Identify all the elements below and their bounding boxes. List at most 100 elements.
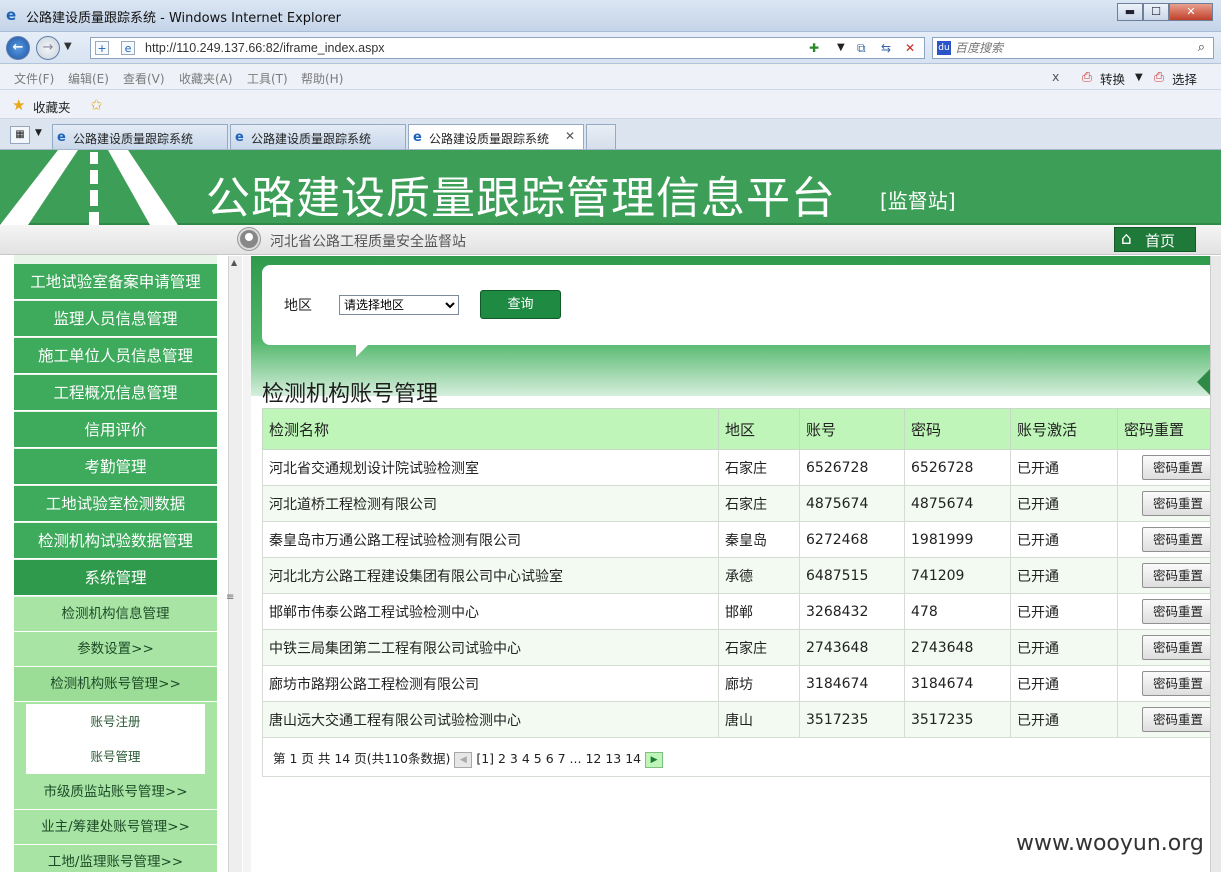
region-label: 地区 — [284, 298, 312, 314]
pager-summary: 第 1 页 共 14 页(共110条数据) — [273, 751, 451, 766]
reset-password-button[interactable]: 密码重置 — [1142, 671, 1214, 696]
cell-account: 6487515 — [799, 557, 905, 594]
sidebar-sub-site-accounts[interactable]: 工地/监理账号管理>> — [14, 845, 217, 872]
compatibility-view-icon[interactable]: ⧉ — [857, 41, 866, 55]
compat-icon[interactable]: ✚ — [809, 41, 819, 55]
sidebar-item-attendance[interactable]: 考勤管理 — [14, 449, 217, 485]
browser-tab-3[interactable]: e 公路建设质量跟踪系统 ✕ — [408, 124, 584, 149]
collapse-arrow-icon[interactable] — [1197, 368, 1211, 396]
forward-button[interactable]: → — [36, 36, 60, 60]
browser-tab-2[interactable]: e 公路建设质量跟踪系统 — [230, 124, 406, 149]
home-button[interactable]: ⌂ 首页 — [1114, 227, 1196, 252]
sidebar-subsub-manage[interactable]: 账号管理 — [26, 739, 205, 774]
convert-dropdown-icon[interactable]: ▼ — [1135, 72, 1143, 83]
reset-password-button[interactable]: 密码重置 — [1142, 563, 1214, 588]
new-tab-button[interactable] — [586, 124, 616, 149]
page-icon: e — [121, 41, 135, 55]
sidebar-item-lab-test-data[interactable]: 工地试验室检测数据 — [14, 486, 217, 522]
region-select[interactable]: 请选择地区 — [339, 295, 459, 315]
sidebar-scrollbar[interactable]: ▲ — [228, 256, 242, 872]
add-favorite-icon[interactable]: ✩ — [90, 96, 103, 114]
pager-pages[interactable]: [1] 2 3 4 5 6 7 ... 12 13 14 — [476, 751, 641, 766]
table-row: 邯郸市伟泰公路工程试验检测中心 邯郸 3268432 478 已开通 密码重置 — [262, 593, 1221, 630]
menu-edit[interactable]: 编辑(E) — [68, 70, 109, 87]
ie-page-icon: e — [235, 130, 244, 145]
cell-name: 河北道桥工程检测有限公司 — [262, 485, 719, 522]
splitter-grip-icon[interactable]: ≡ — [226, 592, 234, 603]
select-button[interactable]: 选择 — [1172, 69, 1197, 88]
menu-help[interactable]: 帮助(H) — [301, 70, 343, 87]
reset-password-button[interactable]: 密码重置 — [1142, 491, 1214, 516]
table-row: 秦皇岛市万通公路工程试验检测有限公司 秦皇岛 6272468 1981999 已… — [262, 521, 1221, 558]
search-icon[interactable]: ⌕ — [1198, 40, 1205, 55]
scroll-up-icon[interactable]: ▲ — [231, 258, 237, 267]
reset-password-button[interactable]: 密码重置 — [1142, 527, 1214, 552]
maximize-button[interactable]: ☐ — [1143, 3, 1169, 21]
sidebar-item-contractor-info[interactable]: 施工单位人员信息管理 — [14, 338, 217, 374]
search-input[interactable] — [955, 40, 1185, 56]
url-field[interactable]: + e http://110.249.137.66:82/iframe_inde… — [90, 37, 925, 59]
site-title: 公路建设质量跟踪管理信息平台 — [206, 173, 836, 224]
cell-reset: 密码重置 — [1117, 449, 1221, 486]
sidebar-sub-agency-info[interactable]: 检测机构信息管理 — [14, 597, 217, 632]
recent-pages-dropdown-icon[interactable]: ▼ — [64, 41, 72, 52]
cell-account: 3517235 — [799, 701, 905, 738]
sidebar-item-lab-filing[interactable]: 工地试验室备案申请管理 — [14, 264, 217, 300]
sidebar-sub-city-accounts[interactable]: 市级质监站账号管理>> — [14, 775, 217, 810]
user-info-bar: 河北省公路工程质量安全监督站 ⌂ 首页 — [0, 225, 1221, 255]
sidebar-item-agency-test-data[interactable]: 检测机构试验数据管理 — [14, 523, 217, 559]
reset-password-button[interactable]: 密码重置 — [1142, 455, 1214, 480]
query-button[interactable]: 查询 — [480, 290, 561, 319]
tab-bar: ▦ ▼ e 公路建设质量跟踪系统 e 公路建设质量跟踪系统 e 公路建设质量跟踪… — [0, 119, 1221, 150]
sidebar-subsub-register[interactable]: 账号注册 — [26, 704, 205, 739]
ie-page-icon: e — [413, 130, 422, 145]
main-scrollbar[interactable] — [1210, 256, 1221, 872]
address-bar: ← → ▼ + e http://110.249.137.66:82/ifram… — [0, 32, 1221, 64]
sidebar-item-credit-rating[interactable]: 信用评价 — [14, 412, 217, 448]
convert-button[interactable]: 转换 — [1100, 69, 1125, 88]
table-header-row: 检测名称 地区 账号 密码 账号激活 密码重置 — [262, 408, 1221, 450]
col-header-name: 检测名称 — [262, 408, 719, 450]
menu-file[interactable]: 文件(F) — [14, 70, 54, 87]
sidebar-item-project-overview[interactable]: 工程概况信息管理 — [14, 375, 217, 411]
menu-tools[interactable]: 工具(T) — [247, 70, 288, 87]
url-dropdown-icon[interactable]: ▼ — [837, 41, 845, 55]
close-tab-icon[interactable]: ✕ — [565, 129, 575, 143]
sidebar-sub-owner-accounts[interactable]: 业主/筹建处账号管理>> — [14, 810, 217, 845]
stop-icon[interactable]: ✕ — [905, 41, 915, 55]
browser-tab-1[interactable]: e 公路建设质量跟踪系统 — [52, 124, 228, 149]
pane-splitter[interactable]: ≡ — [226, 256, 251, 872]
sidebar-item-system-management[interactable]: 系统管理 — [14, 560, 217, 596]
cell-name: 中铁三局集团第二工程有限公司试验中心 — [262, 629, 719, 666]
table-row: 唐山远大交通工程有限公司试验检测中心 唐山 3517235 3517235 已开… — [262, 701, 1221, 738]
pagination: 第 1 页 共 14 页(共110条数据) ◀ [1] 2 3 4 5 6 7 … — [262, 737, 1221, 777]
reset-password-button[interactable]: 密码重置 — [1142, 707, 1214, 732]
watermark: www.wooyun.org — [1016, 831, 1204, 856]
close-toolbar-button[interactable]: x — [1052, 69, 1059, 84]
refresh-icon[interactable]: ⇆ — [881, 41, 891, 55]
quick-tabs-icon[interactable]: ▦ — [10, 126, 30, 144]
reset-password-button[interactable]: 密码重置 — [1142, 599, 1214, 624]
close-window-button[interactable]: ✕ — [1169, 3, 1213, 21]
prev-page-button[interactable]: ◀ — [454, 751, 473, 768]
menu-bar: 文件(F) 编辑(E) 查看(V) 收藏夹(A) 工具(T) 帮助(H) x ⎙… — [0, 65, 1221, 90]
table-row: 河北省交通规划设计院试验检测室 石家庄 6526728 6526728 已开通 … — [262, 449, 1221, 486]
page-content: 公路建设质量跟踪管理信息平台 [监督站] 河北省公路工程质量安全监督站 ⌂ 首页… — [0, 150, 1221, 872]
tab-label: 公路建设质量跟踪系统 — [429, 132, 550, 146]
cell-reset: 密码重置 — [1117, 557, 1221, 594]
reset-password-button[interactable]: 密码重置 — [1142, 635, 1214, 660]
next-page-button[interactable]: ▶ — [645, 751, 664, 768]
site-banner: 公路建设质量跟踪管理信息平台 [监督站] — [0, 150, 1221, 225]
search-box[interactable]: du ⌕ — [932, 37, 1214, 59]
favorites-button[interactable]: 收藏夹 — [33, 97, 71, 116]
tab-list-dropdown-icon[interactable]: ▼ — [35, 128, 42, 138]
minimize-button[interactable]: ▬ — [1117, 3, 1143, 21]
cell-password: 3517235 — [904, 701, 1011, 738]
sidebar-item-supervisor-info[interactable]: 监理人员信息管理 — [14, 301, 217, 337]
sidebar-sub-parameters[interactable]: 参数设置>> — [14, 632, 217, 667]
sidebar-sub-agency-accounts[interactable]: 检测机构账号管理>> — [14, 667, 217, 702]
menu-favorites[interactable]: 收藏夹(A) — [179, 70, 233, 87]
cell-reset: 密码重置 — [1117, 629, 1221, 666]
menu-view[interactable]: 查看(V) — [123, 70, 165, 87]
back-button[interactable]: ← — [6, 36, 30, 60]
